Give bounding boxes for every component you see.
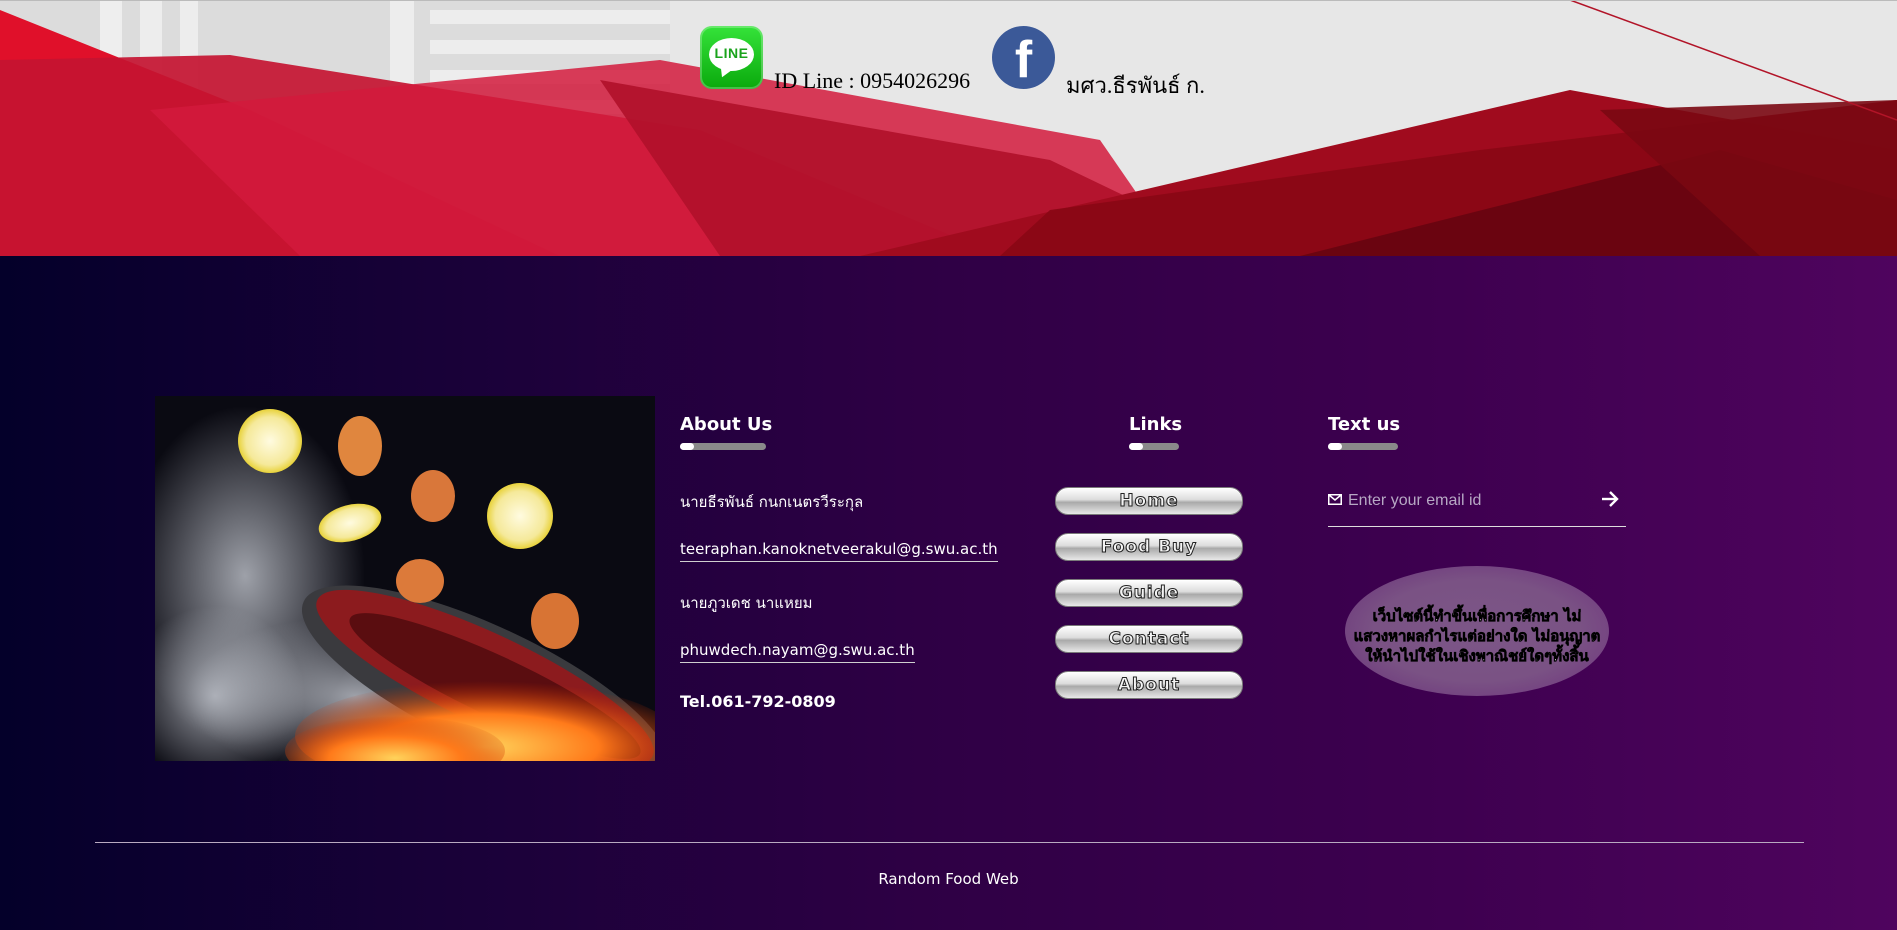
member2-email[interactable]: phuwdech.nayam@g.swu.ac.th xyxy=(680,641,915,663)
cooking-wok-image xyxy=(155,396,655,761)
member1-email[interactable]: teeraphan.kanoknetveerakul@g.swu.ac.th xyxy=(680,540,998,562)
nav-button-about[interactable]: About xyxy=(1055,671,1243,699)
footer-copyright: Random Food Web xyxy=(878,870,1019,888)
line-id-text: ID Line : 0954026296 xyxy=(774,68,971,93)
disclaimer-text: เว็บไซต์นี้ทำขึ้นเพื่อการศึกษา ไม่แสวงหา… xyxy=(1353,607,1601,666)
text-us-title: Text us xyxy=(1328,414,1401,435)
member1-name: นายธีรพันธ์ กนกเนตรวีระกุล xyxy=(680,493,864,511)
email-input[interactable] xyxy=(1346,488,1580,514)
nav-button-guide[interactable]: Guide xyxy=(1055,579,1243,607)
footer-divider xyxy=(95,842,1804,843)
telephone-text: Tel.061-792-0809 xyxy=(680,692,836,711)
banner-background xyxy=(0,0,1897,256)
top-banner: LINE ID Line : 0954026296 f มศว.ธีรพันธ์… xyxy=(0,0,1897,256)
facebook-logo-letter: f xyxy=(1014,31,1033,89)
mail-icon xyxy=(1328,494,1342,505)
text-us-underline xyxy=(1328,443,1398,450)
nav-button-food-buy[interactable]: Food Buy xyxy=(1055,533,1243,561)
arrow-right-icon[interactable] xyxy=(1600,490,1620,508)
line-logo-icon[interactable]: LINE xyxy=(700,26,763,89)
site-footer: About Us นายธีรพันธ์ กนกเนตรวีระกุล teer… xyxy=(0,256,1897,930)
nav-button-home-label: Home xyxy=(1119,491,1179,512)
nav-button-food-buy-label: Food Buy xyxy=(1100,537,1198,558)
member2-name: นายภูวเดช นาแหยม xyxy=(680,594,813,612)
nav-button-contact-label: Contact xyxy=(1108,629,1190,650)
facebook-name-text: มศว.ธีรพันธ์ ก. xyxy=(1066,73,1205,98)
member1-email-link[interactable]: teeraphan.kanoknetveerakul@g.swu.ac.th xyxy=(680,540,998,562)
nav-button-guide-label: Guide xyxy=(1118,583,1180,604)
line-logo-text: LINE xyxy=(714,45,749,61)
facebook-logo-icon[interactable]: f xyxy=(992,26,1055,89)
nav-button-home[interactable]: Home xyxy=(1055,487,1243,515)
about-us-title: About Us xyxy=(680,414,773,435)
links-title: Links xyxy=(1129,414,1183,435)
links-underline xyxy=(1129,443,1179,450)
about-us-underline xyxy=(680,443,766,450)
email-subscribe-form xyxy=(1328,482,1626,527)
member2-email-link[interactable]: phuwdech.nayam@g.swu.ac.th xyxy=(680,641,915,663)
nav-button-about-label: About xyxy=(1117,675,1181,696)
nav-button-contact[interactable]: Contact xyxy=(1055,625,1243,653)
